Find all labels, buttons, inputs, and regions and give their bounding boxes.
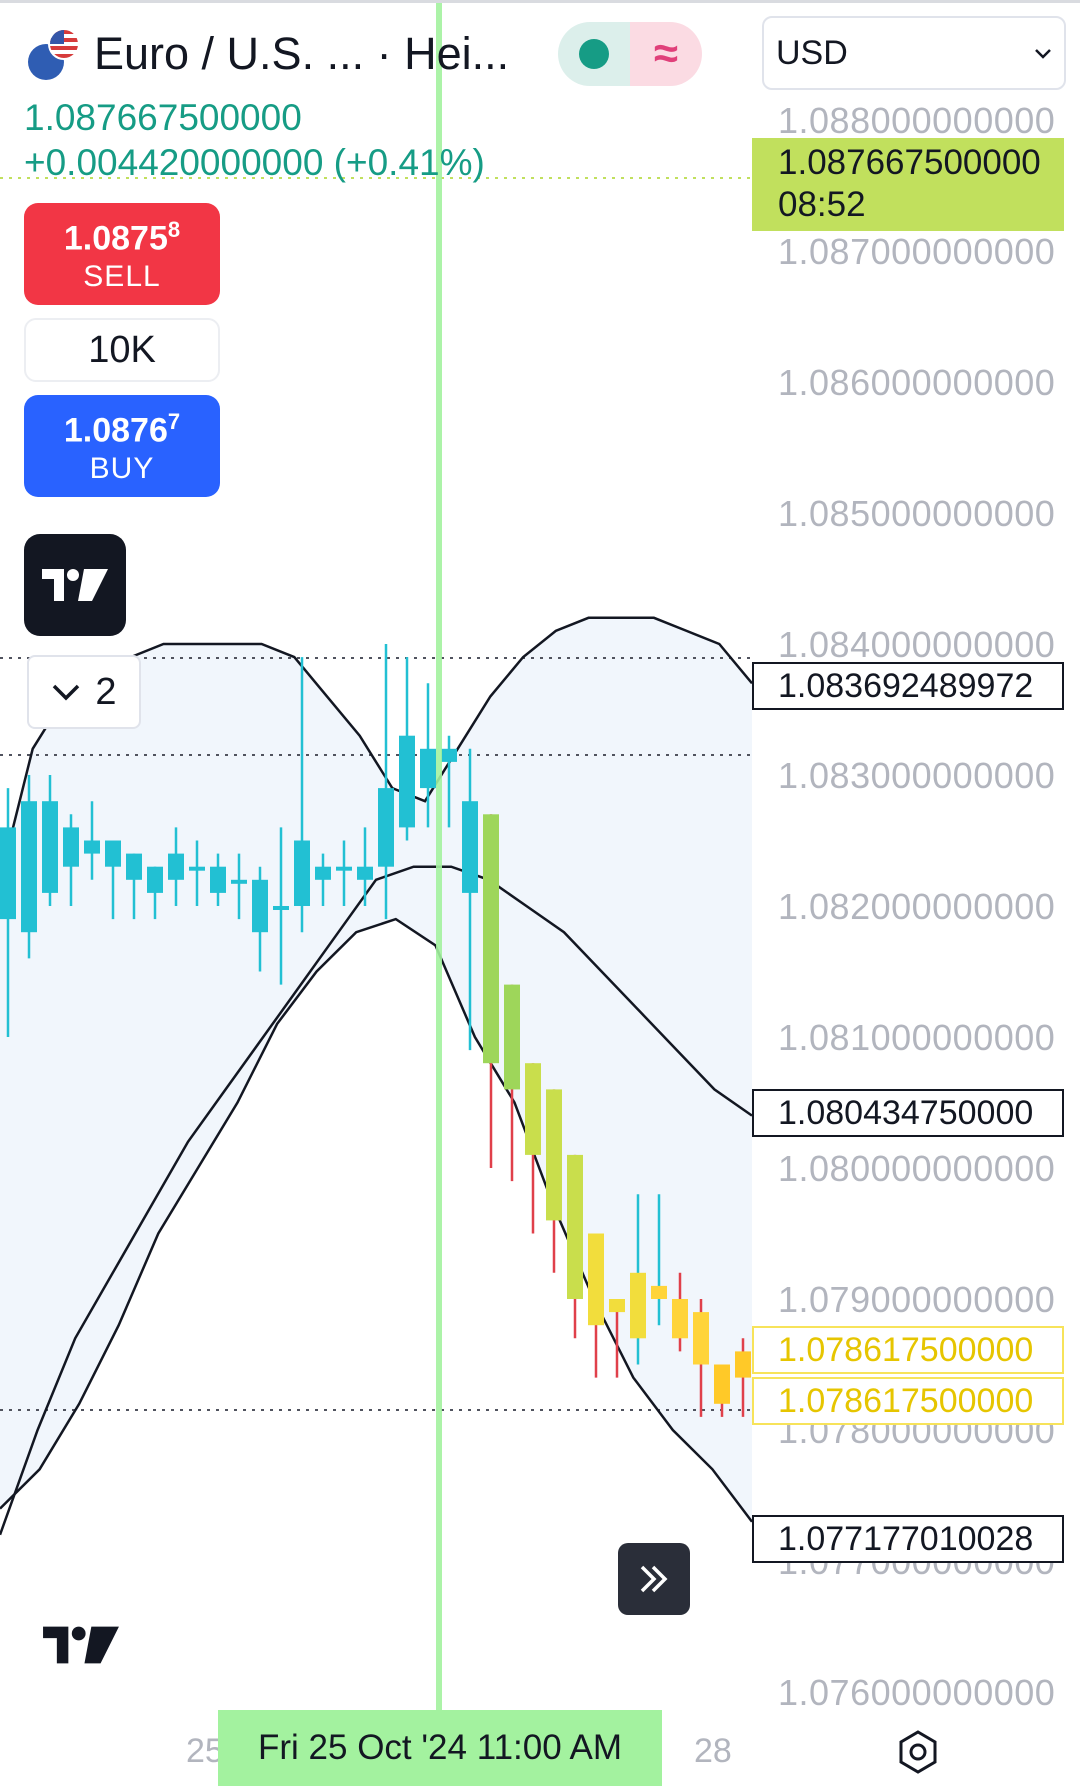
time-tick: 28	[694, 1732, 732, 1770]
market-status-pill[interactable]: ≈	[558, 22, 702, 86]
sell-label: SELL	[83, 260, 161, 294]
buy-price-pip: 7	[167, 409, 181, 434]
candle-body	[504, 984, 520, 1090]
candle-body	[378, 788, 394, 867]
price-tick: 1.076000000000	[778, 1672, 1056, 1713]
candle-body	[63, 827, 79, 867]
price-tick: 1.088000000000	[778, 100, 1056, 141]
approx-icon: ≈	[630, 22, 702, 86]
symbol-header[interactable]: Euro / U.S. ... · Hei...	[24, 24, 509, 84]
candle-body	[588, 1233, 604, 1326]
market-open-indicator	[558, 22, 630, 86]
tradingview-logo-icon	[42, 569, 108, 601]
chevron-down-icon	[53, 684, 80, 701]
tradingview-logo-button[interactable]	[24, 534, 126, 636]
currency-value: USD	[776, 33, 848, 72]
scroll-to-realtime-button[interactable]	[618, 1543, 690, 1615]
price-tick: 1.081000000000	[778, 1017, 1056, 1058]
candle-body	[609, 1299, 625, 1313]
currency-select[interactable]: USD	[762, 16, 1066, 90]
price-tick: 1.083000000000	[778, 755, 1056, 796]
candle-body	[0, 827, 16, 920]
candle-body	[84, 840, 100, 854]
indicator-count: 2	[95, 670, 117, 713]
candle-body	[672, 1299, 688, 1339]
green-dot-icon	[579, 39, 609, 69]
eur-usd-flag-icon	[24, 24, 84, 84]
bar-countdown: 08:52	[778, 185, 866, 224]
indicators-collapse-button[interactable]: 2	[27, 655, 141, 729]
candle-body	[420, 748, 436, 789]
candle-body	[21, 801, 37, 933]
candle-body	[147, 866, 163, 893]
symbol-title[interactable]: Euro / U.S. ... · Hei...	[94, 28, 509, 80]
candle-body	[273, 906, 289, 910]
candle-body	[231, 879, 247, 884]
top-border	[0, 0, 1080, 3]
candle-body	[441, 748, 457, 762]
buy-price: 1.0876	[63, 411, 168, 450]
candle-body	[714, 1364, 730, 1404]
close-price-label: 1.078617500000	[752, 1377, 1064, 1425]
price-tick: 1.082000000000	[778, 886, 1056, 927]
candle-body	[189, 866, 205, 871]
candle-body	[567, 1154, 583, 1299]
price-tick: 1.079000000000	[778, 1279, 1056, 1320]
bb-basis-price-label: 1.080434750000	[752, 1089, 1064, 1137]
tradingview-watermark-icon	[36, 1622, 126, 1673]
sell-price: 1.0875	[63, 219, 168, 258]
last-price-label: 1.087667500000 08:52	[752, 138, 1064, 231]
sell-button[interactable]: 1.08758 SELL	[24, 203, 220, 305]
last-price: 1.087667500000	[24, 97, 302, 138]
candle-body	[546, 1089, 562, 1221]
last-price-value: 1.087667500000	[778, 143, 1041, 182]
candle-body	[651, 1285, 667, 1299]
sell-price-pip: 8	[167, 217, 181, 242]
candle-body	[336, 866, 352, 871]
candle-body	[462, 801, 478, 893]
crosshair-time-label: Fri 25 Oct '24 11:00 AM	[218, 1710, 662, 1786]
candle-body	[105, 840, 121, 867]
candle-body	[294, 840, 310, 906]
candle-body	[252, 879, 268, 933]
close-price-label: 1.078617500000	[752, 1326, 1064, 1374]
bb-upper-price-label: 1.083692489972	[752, 662, 1064, 710]
price-tick: 1.087000000000	[778, 231, 1056, 272]
candle-body	[735, 1351, 751, 1378]
price-tick: 1.086000000000	[778, 362, 1056, 403]
candle-body	[483, 814, 499, 1064]
price-tick: 1.084000000000	[778, 624, 1056, 665]
crosshair-vertical-line	[436, 0, 442, 1712]
settings-icon[interactable]	[894, 1728, 942, 1776]
candle-body	[168, 853, 184, 880]
buy-label: BUY	[89, 452, 155, 486]
bb-lower-price-label: 1.077177010028	[752, 1515, 1064, 1563]
price-change: +0.004420000000 (+0.41%)	[24, 142, 485, 183]
chevron-down-icon	[1034, 40, 1052, 66]
candle-body	[315, 866, 331, 880]
candle-body	[210, 866, 226, 893]
price-tick: 1.085000000000	[778, 493, 1056, 534]
candle-body	[126, 853, 142, 880]
candle-body	[357, 866, 373, 880]
candle-body	[525, 1063, 541, 1155]
double-chevron-right-icon	[640, 1565, 668, 1593]
price-tick: 1.080000000000	[778, 1148, 1056, 1189]
candle-body	[693, 1312, 709, 1365]
quantity-field[interactable]: 10K	[24, 318, 220, 382]
candle-body	[399, 735, 415, 828]
candle-body	[42, 801, 58, 893]
buy-button[interactable]: 1.08767 BUY	[24, 395, 220, 497]
candle-body	[630, 1272, 646, 1339]
